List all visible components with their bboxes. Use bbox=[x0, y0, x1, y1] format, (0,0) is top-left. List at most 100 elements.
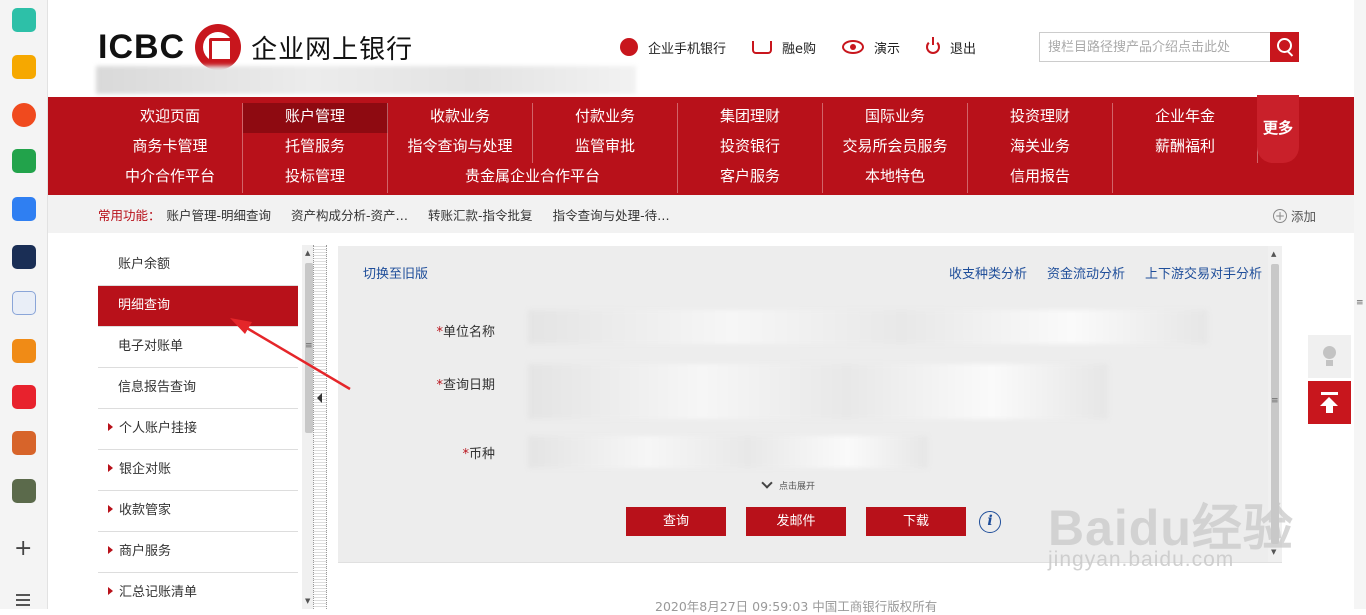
app-dock: + bbox=[0, 0, 48, 609]
sidebar-item-label: 商户服务 bbox=[119, 544, 172, 559]
search-input[interactable] bbox=[1039, 32, 1270, 62]
nav-item[interactable]: 客户服务 bbox=[678, 163, 823, 193]
sidebar-item-label: 电子对账单 bbox=[118, 339, 184, 354]
switch-old-version-link[interactable]: 切换至旧版 bbox=[363, 263, 428, 282]
add-quick-button[interactable]: + 添加 bbox=[1272, 206, 1316, 225]
arrow-up-icon bbox=[1326, 405, 1333, 413]
doc-edit-icon[interactable] bbox=[12, 197, 36, 221]
download-button[interactable]: 下载 bbox=[866, 507, 966, 536]
nav-item[interactable]: 信用报告 bbox=[968, 163, 1113, 193]
nav-item[interactable]: 本地特色 bbox=[823, 163, 968, 193]
demo-link[interactable]: 演示 bbox=[842, 38, 900, 57]
mobile-bank-link[interactable]: 企业手机银行 bbox=[620, 38, 726, 57]
app-icon-1[interactable] bbox=[12, 8, 36, 32]
star-app-icon[interactable] bbox=[12, 55, 36, 79]
nav-item[interactable]: 托管服务 bbox=[243, 133, 388, 163]
icbc-logo[interactable]: ICBC 企业网上银行 bbox=[98, 24, 413, 70]
mobile-bank-icon bbox=[620, 38, 638, 56]
baidu-watermark-url: jingyan.baidu.com bbox=[1048, 548, 1235, 571]
nav-item[interactable]: 交易所会员服务 bbox=[823, 133, 968, 163]
lightbulb-icon[interactable] bbox=[1308, 335, 1351, 378]
rong-e-gou-link[interactable]: 融e购 bbox=[752, 38, 816, 57]
sidebar-item[interactable]: 信息报告查询 bbox=[98, 368, 298, 409]
icbc-seal-icon bbox=[195, 24, 242, 70]
quick-functions-label: 常用功能： bbox=[98, 207, 161, 223]
add-app-icon[interactable]: + bbox=[14, 538, 32, 560]
expand-toggle[interactable]: 点击展开 bbox=[761, 477, 815, 492]
rong-e-gou-label: 融e购 bbox=[782, 41, 817, 57]
plus-circle-icon: + bbox=[1272, 208, 1287, 223]
sidebar-item[interactable]: 商户服务 bbox=[98, 532, 298, 573]
unit-name-field[interactable] bbox=[528, 310, 1208, 344]
top-links: 企业手机银行 融e购 演示 退出 bbox=[620, 36, 1002, 58]
query-date-field[interactable] bbox=[528, 364, 1108, 419]
quick-item[interactable]: 指令查询与处理-待… bbox=[553, 205, 670, 224]
nav-item[interactable]: 监管审批 bbox=[533, 133, 678, 163]
nav-item[interactable]: 国际业务 bbox=[823, 103, 968, 133]
grip-icon: ≡ bbox=[305, 341, 313, 351]
game-app-icon-1[interactable] bbox=[12, 431, 36, 455]
panel-splitter[interactable] bbox=[313, 245, 327, 609]
scroll-up-icon[interactable]: ▲ bbox=[1271, 250, 1276, 258]
menu-list-icon[interactable] bbox=[16, 594, 30, 609]
nav-item[interactable]: 收款业务 bbox=[388, 103, 533, 133]
sidebar-item[interactable]: 收款管家 bbox=[98, 491, 298, 532]
nav-item[interactable]: 账户管理 bbox=[243, 103, 388, 133]
search-button[interactable] bbox=[1270, 32, 1299, 62]
income-expense-analysis-link[interactable]: 收支种类分析 bbox=[949, 263, 1027, 282]
scroll-up-icon[interactable]: ▲ bbox=[305, 249, 310, 257]
sidebar-item[interactable]: 账户余额 bbox=[98, 245, 298, 286]
nav-item[interactable]: 商务卡管理 bbox=[98, 133, 243, 163]
sidebar-item[interactable]: 明细查询 bbox=[98, 286, 298, 327]
scroll-down-icon[interactable]: ▼ bbox=[305, 597, 310, 605]
quick-item[interactable]: 资产构成分析-资产… bbox=[291, 205, 408, 224]
user-info-blurred bbox=[96, 66, 636, 94]
game-app-icon-2[interactable] bbox=[12, 479, 36, 503]
sidebar-item[interactable]: 电子对账单 bbox=[98, 327, 298, 368]
nav-item[interactable]: 企业年金 bbox=[1113, 103, 1258, 133]
unit-name-label: *单位名称 bbox=[355, 321, 495, 340]
nav-item[interactable]: 海关业务 bbox=[968, 133, 1113, 163]
news-app-icon[interactable] bbox=[12, 245, 36, 269]
add-label: 添加 bbox=[1290, 209, 1316, 224]
nav-item[interactable]: 付款业务 bbox=[533, 103, 678, 133]
sidebar-item[interactable]: 个人账户挂接 bbox=[98, 409, 298, 450]
page-scrollbar[interactable]: ≡ bbox=[1354, 0, 1366, 609]
back-to-top-button[interactable] bbox=[1308, 381, 1351, 424]
novel-app-icon[interactable] bbox=[12, 339, 36, 363]
quick-item[interactable]: 转账汇款-指令批复 bbox=[428, 205, 533, 224]
logout-link[interactable]: 退出 bbox=[926, 37, 976, 57]
caret-right-icon bbox=[108, 546, 113, 554]
currency-field[interactable] bbox=[528, 436, 928, 468]
info-icon[interactable]: i bbox=[979, 511, 1001, 533]
word-doc-icon[interactable] bbox=[12, 291, 36, 315]
nav-item[interactable]: 集团理财 bbox=[678, 103, 823, 133]
quick-item[interactable]: 账户管理-明细查询 bbox=[167, 205, 272, 224]
grip-icon: ≡ bbox=[1356, 298, 1364, 308]
nav-item[interactable]: 投资银行 bbox=[678, 133, 823, 163]
counterparty-analysis-link[interactable]: 上下游交易对手分析 bbox=[1145, 263, 1262, 282]
fund-flow-analysis-link[interactable]: 资金流动分析 bbox=[1047, 263, 1125, 282]
nav-item[interactable]: 贵金属企业合作平台 bbox=[388, 163, 678, 193]
red-app-icon[interactable] bbox=[12, 385, 36, 409]
collapse-left-icon[interactable] bbox=[317, 393, 322, 403]
nav-item[interactable]: 欢迎页面 bbox=[98, 103, 243, 133]
send-email-button[interactable]: 发邮件 bbox=[746, 507, 846, 536]
weibo-icon[interactable] bbox=[12, 103, 36, 127]
nav-item[interactable]: 投资理财 bbox=[968, 103, 1113, 133]
nav-item[interactable]: 指令查询与处理 bbox=[388, 133, 533, 163]
main-nav: 欢迎页面 账户管理 收款业务 付款业务 集团理财 国际业务 投资理财 企业年金商务卡管理 托管服… bbox=[48, 95, 1354, 195]
sidebar-item-label: 汇总记账清单 bbox=[119, 585, 198, 600]
sidebar-item[interactable]: 银企对账 bbox=[98, 450, 298, 491]
query-button[interactable]: 查询 bbox=[626, 507, 726, 536]
more-button[interactable]: 更多 bbox=[1257, 95, 1299, 163]
nav-item[interactable]: 薪酬福利 bbox=[1113, 133, 1258, 163]
mail-icon[interactable] bbox=[12, 149, 36, 173]
demo-label: 演示 bbox=[874, 41, 901, 57]
grip-icon: ≡ bbox=[1271, 396, 1279, 406]
nav-item[interactable]: 投标管理 bbox=[243, 163, 388, 193]
nav-item[interactable]: 中介合作平台 bbox=[98, 163, 243, 193]
query-date-label: *查询日期 bbox=[355, 374, 495, 393]
quick-functions-bar: 常用功能： 账户管理-明细查询 资产构成分析-资产… 转账汇款-指令批复 指令查… bbox=[48, 195, 1354, 233]
sidebar-item[interactable]: 汇总记账清单 bbox=[98, 573, 298, 609]
